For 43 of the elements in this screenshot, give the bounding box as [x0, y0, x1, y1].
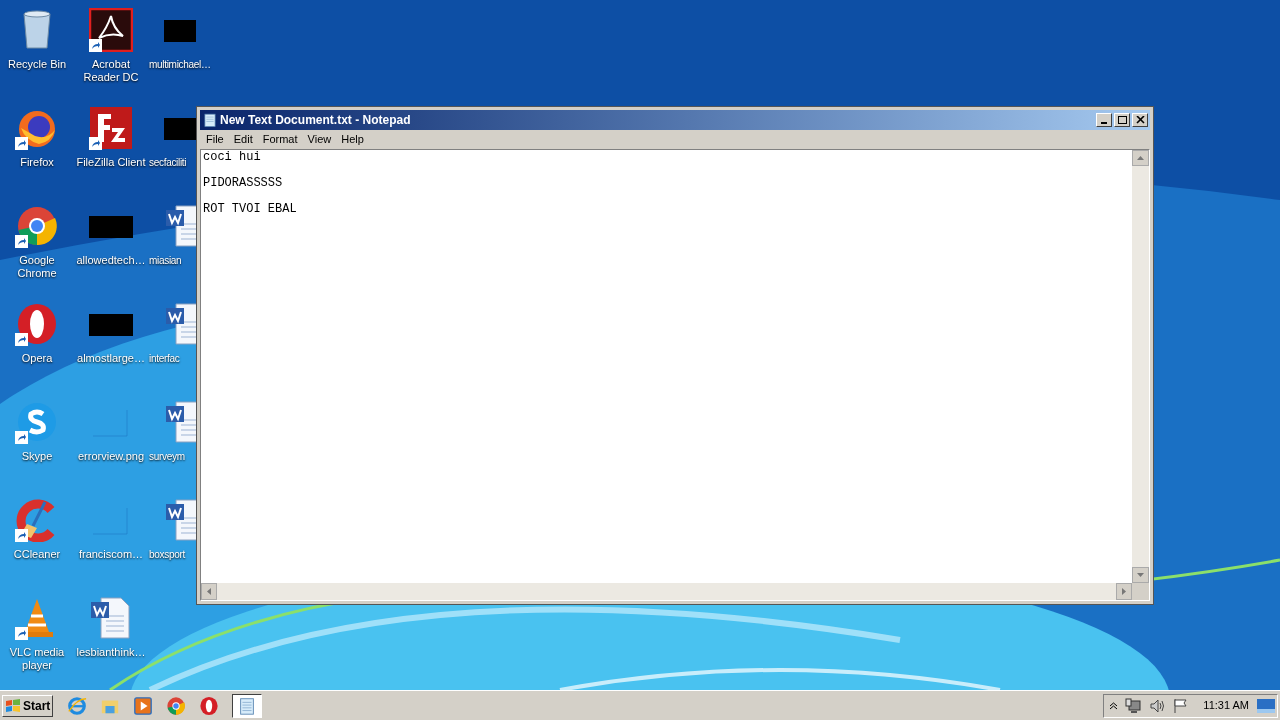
icon-label[interactable]: Google Chrome — [1, 254, 73, 280]
menu-item[interactable]: Format — [257, 131, 303, 148]
clock[interactable]: 11:31 AM — [1203, 697, 1249, 714]
file-icon[interactable] — [15, 302, 59, 346]
down-arrow-icon — [1137, 573, 1144, 577]
icon-label[interactable]: miasian — [149, 254, 182, 267]
icon-label[interactable]: allowedtech… — [75, 254, 147, 267]
icon-label[interactable]: Recycle Bin — [1, 58, 73, 71]
up-arrow-icon — [1137, 156, 1144, 160]
start-button[interactable]: Start — [2, 694, 54, 717]
icon-label[interactable]: Acrobat Reader DC — [75, 58, 147, 84]
icon-label[interactable]: secfaciliti — [149, 156, 187, 169]
icon-label[interactable]: Firefox — [1, 156, 73, 169]
menu-item[interactable]: Help — [336, 131, 369, 148]
flag-icon[interactable] — [1173, 697, 1190, 714]
icon-label[interactable]: Opera — [1, 352, 73, 365]
maximize-icon — [1117, 116, 1127, 124]
menu-item[interactable]: File — [201, 131, 229, 148]
window-title: New Text Document.txt - Notepad — [220, 112, 411, 129]
right-arrow-icon — [1122, 588, 1126, 595]
menu-item[interactable]: Edit — [228, 131, 258, 148]
file-icon[interactable] — [89, 106, 133, 150]
chevron-up-icon[interactable] — [1110, 701, 1118, 710]
menu-item[interactable]: View — [302, 131, 337, 148]
left-arrow-icon — [207, 588, 211, 595]
close-button[interactable] — [1132, 113, 1148, 127]
notepad-icon — [202, 112, 218, 128]
vertical-scrollbar[interactable] — [1132, 150, 1149, 583]
file-icon[interactable] — [89, 8, 133, 52]
taskbar-app[interactable] — [232, 693, 263, 718]
file-icon[interactable] — [89, 596, 133, 640]
file-icon[interactable] — [15, 204, 59, 248]
flag-logo-icon — [5, 698, 21, 713]
close-icon — [1135, 116, 1145, 124]
maximize-button[interactable] — [1114, 113, 1130, 127]
size-grip[interactable] — [1132, 583, 1149, 600]
minimize-button[interactable] — [1096, 113, 1112, 127]
horizontal-scrollbar[interactable] — [201, 583, 1132, 600]
show-desktop-icon[interactable] — [1257, 698, 1275, 713]
icon-label[interactable]: multimichael… — [149, 58, 211, 71]
network-icon[interactable] — [1125, 697, 1142, 714]
speaker-icon[interactable] — [1149, 697, 1166, 714]
icon-label[interactable]: FileZilla Client — [75, 156, 147, 169]
